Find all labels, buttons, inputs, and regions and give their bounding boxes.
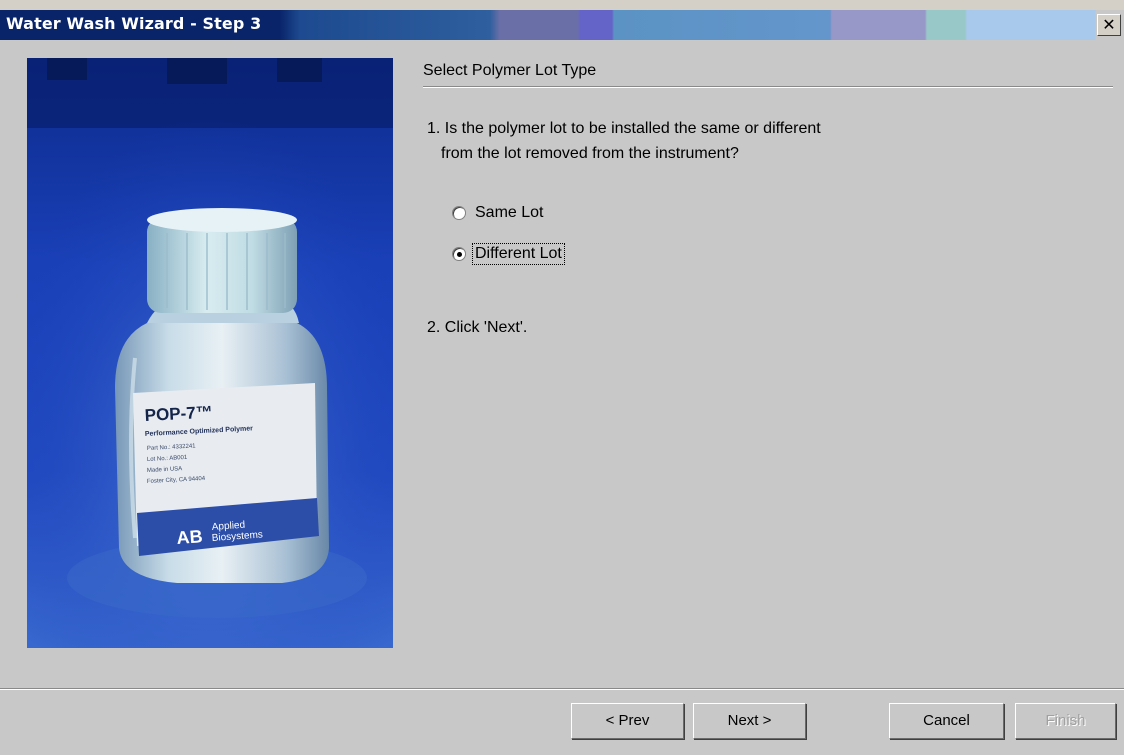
- same-lot-label[interactable]: Same Lot: [474, 204, 544, 222]
- title-bar[interactable]: Water Wash Wizard - Step 3 ✕: [0, 10, 1124, 40]
- section-heading: Select Polymer Lot Type: [423, 62, 597, 79]
- close-button[interactable]: ✕: [1097, 14, 1121, 36]
- top-strip: [0, 0, 1124, 10]
- heading-divider: [423, 86, 1113, 88]
- step-1-instruction: 1. Is the polymer lot to be installed th…: [427, 116, 821, 166]
- window-title: Water Wash Wizard - Step 3: [6, 14, 262, 33]
- brand-logo: AB: [176, 526, 203, 548]
- polymer-bottle-image: POP-7™ Performance Optimized Polymer Par…: [27, 58, 393, 648]
- step-1-line-2: from the lot removed from the instrument…: [441, 145, 739, 162]
- radio-checked-icon[interactable]: [452, 247, 466, 261]
- radio-unchecked-icon[interactable]: [452, 206, 466, 220]
- label-title: POP-7™: [144, 402, 213, 425]
- finish-button: Finish: [1015, 703, 1116, 739]
- same-lot-radio[interactable]: Same Lot: [452, 202, 544, 224]
- wizard-window: Water Wash Wizard - Step 3 ✕ POP-7™ Perf…: [0, 0, 1124, 755]
- different-lot-label[interactable]: Different Lot: [472, 243, 565, 265]
- close-icon: ✕: [1102, 15, 1116, 34]
- footer-divider: [0, 688, 1124, 690]
- prev-button[interactable]: < Prev: [571, 703, 684, 739]
- step-2-instruction: 2. Click 'Next'.: [427, 319, 528, 336]
- next-button[interactable]: Next >: [693, 703, 806, 739]
- step-1-line-1: 1. Is the polymer lot to be installed th…: [427, 120, 821, 137]
- cancel-button[interactable]: Cancel: [889, 703, 1004, 739]
- radio-dot-icon: [456, 251, 462, 257]
- different-lot-radio[interactable]: Different Lot: [452, 243, 565, 265]
